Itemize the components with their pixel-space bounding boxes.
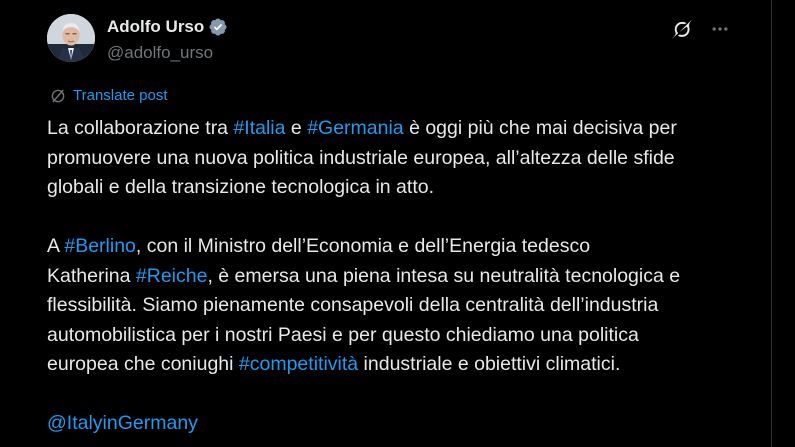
text-line: La collaborazione tra #Italia e #Germani…: [47, 114, 763, 144]
post-header: Adolfo Urso @adolfo_urso: [47, 14, 751, 64]
handle[interactable]: @adolfo_urso: [107, 42, 213, 64]
more-button[interactable]: [707, 16, 733, 42]
text-line: A #Berlino, con il Ministro dell’Economi…: [47, 232, 763, 262]
hashtag-link[interactable]: #competitività: [239, 353, 358, 375]
text-line: automobilistica per i nostri Paesi e per…: [47, 323, 639, 346]
more-dots-icon: [712, 27, 728, 31]
text-segment: A: [47, 235, 65, 257]
hashtag-link[interactable]: #Italia: [233, 117, 285, 139]
mention-link[interactable]: @ItalyinGermany: [47, 412, 198, 434]
name-row: Adolfo Urso: [107, 16, 228, 38]
text-segment: La collaborazione tra: [47, 117, 234, 139]
translate-icon: [51, 89, 65, 103]
text-line: flessibilità. Siamo pienamente consapevo…: [47, 294, 659, 316]
verified-badge-icon[interactable]: [208, 17, 228, 37]
text-segment: industriale e obiettivi climatici.: [358, 353, 621, 375]
grok-icon: [672, 19, 692, 39]
text-segment: è oggi più che mai decisiva per: [403, 117, 677, 139]
translate-label: Translate post: [73, 87, 168, 104]
text-line: promuovere una nuova politica industrial…: [47, 146, 675, 169]
display-name[interactable]: Adolfo Urso: [107, 16, 204, 38]
text-segment: Katherina: [47, 264, 136, 287]
avatar-portrait: [47, 14, 95, 62]
hashtag-link[interactable]: #Berlino: [64, 235, 136, 257]
text-line: @ItalyinGermany: [47, 409, 763, 439]
text-segment: , è emersa una piena intesa su neutralit…: [207, 264, 681, 287]
text-segment: e: [285, 117, 308, 139]
text-line: europea che coniughi #competitività indu…: [47, 350, 763, 380]
hashtag-link[interactable]: #Reiche: [136, 265, 208, 287]
translate-post-button[interactable]: Translate post: [49, 86, 168, 106]
text-line: globali e della transizione tecnologica …: [47, 176, 435, 198]
text-segment: , con il Ministro dell’Economia e dell’E…: [135, 235, 591, 257]
post-container: Adolfo Urso @adolfo_urso Translate post …: [0, 0, 772, 447]
text-line: Katherina #Reiche, è emersa una piena in…: [47, 262, 763, 292]
post-text: La collaborazione tra #Italia e #Germani…: [47, 114, 763, 439]
avatar[interactable]: [47, 14, 95, 62]
grok-button[interactable]: [669, 16, 695, 42]
hashtag-link[interactable]: #Germania: [307, 117, 403, 139]
text-segment: europea che coniughi: [47, 353, 239, 375]
